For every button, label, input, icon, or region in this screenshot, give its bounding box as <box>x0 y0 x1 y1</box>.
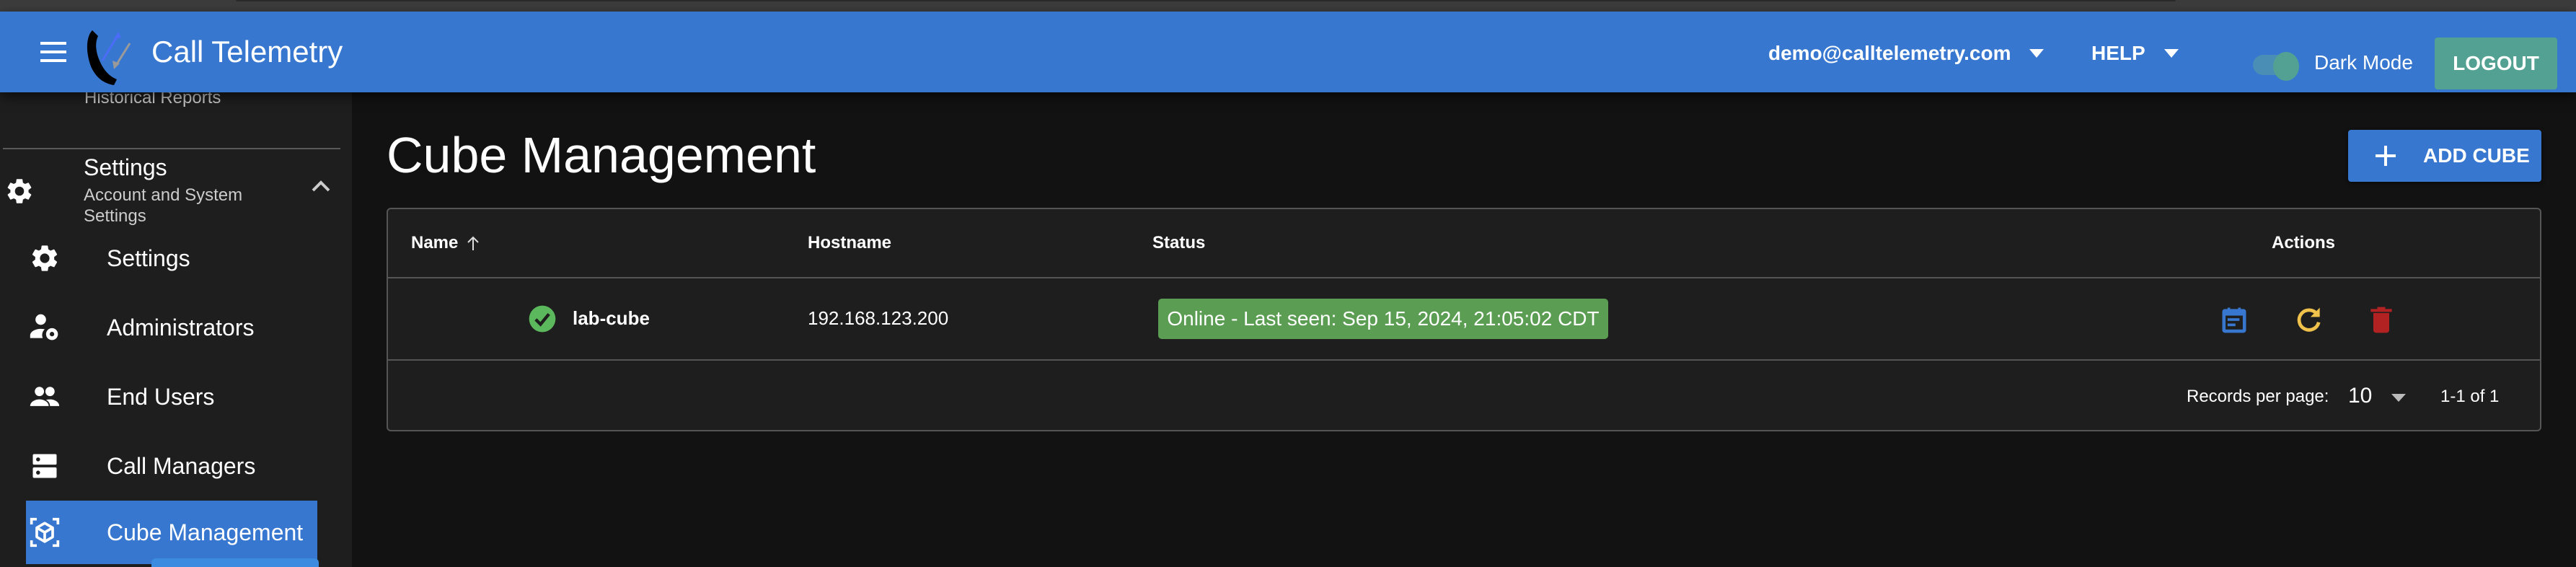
check-circle-icon <box>529 305 556 333</box>
active-indicator <box>151 558 319 567</box>
cube-scan-icon <box>30 517 60 548</box>
browser-tab-strip <box>236 0 2176 1</box>
cube-name[interactable]: lab-cube <box>573 306 650 330</box>
sidebar-item-label: Cube Management <box>107 519 304 545</box>
sidebar-group-subtitle: Account and System Settings <box>84 185 243 226</box>
people-icon <box>30 387 60 406</box>
server-icon <box>32 454 57 478</box>
cube-hostname: 192.168.123.200 <box>808 307 949 329</box>
user-email: demo@calltelemetry.com <box>1768 42 2011 64</box>
help-menu-button[interactable]: HELP <box>2091 40 2179 66</box>
hamburger-icon <box>40 42 66 45</box>
menu-toggle-button[interactable] <box>40 42 68 63</box>
user-menu-button[interactable]: demo@calltelemetry.com <box>1768 40 2045 66</box>
admin-user-gear-icon <box>30 314 58 340</box>
sidebar-item-settings[interactable]: Settings <box>26 227 317 290</box>
records-per-page-value: 10 <box>2348 384 2373 408</box>
sidebar: Historical Reports Settings Account and … <box>0 92 352 567</box>
add-cube-label: ADD CUBE <box>2423 144 2530 167</box>
logout-button[interactable]: LOGOUT <box>2435 38 2557 89</box>
gear-icon <box>7 179 32 203</box>
column-label: Name <box>411 233 459 252</box>
sidebar-item-label: Settings <box>107 245 190 271</box>
caret-down-icon <box>2391 394 2406 402</box>
gear-icon <box>32 245 58 271</box>
records-per-page-label: Records per page: <box>2187 387 2329 406</box>
hamburger-icon-bar <box>40 50 66 53</box>
delete-icon[interactable] <box>2365 303 2397 336</box>
refresh-icon[interactable] <box>2293 303 2325 336</box>
hamburger-icon-bar <box>40 59 66 62</box>
column-header-name[interactable]: Name <box>411 232 480 254</box>
dark-mode-toggle[interactable] <box>2253 52 2299 81</box>
toggle-thumb <box>2273 52 2299 81</box>
column-header-hostname[interactable]: Hostname <box>808 232 891 254</box>
sidebar-item-historical-reports[interactable]: Historical Reports <box>84 92 221 108</box>
page-title: Cube Management <box>387 127 816 183</box>
sidebar-group-settings[interactable]: Settings Account and System Settings <box>0 150 352 229</box>
table-header: Name Hostname Status Actions <box>388 209 2540 278</box>
pagination-range: 1-1 of 1 <box>2440 387 2500 406</box>
sidebar-item-label: End Users <box>107 383 215 410</box>
column-header-status[interactable]: Status <box>1152 232 1205 254</box>
sidebar-item-end-users[interactable]: End Users <box>26 365 317 428</box>
sidebar-group-title: Settings <box>84 154 167 180</box>
caret-down-icon <box>2029 49 2045 58</box>
sidebar-item-label: Call Managers <box>107 452 256 479</box>
calendar-logs-icon[interactable] <box>2218 303 2250 336</box>
browser-chrome <box>0 0 2576 12</box>
app-title: Call Telemetry <box>151 35 343 69</box>
records-per-page-select[interactable]: 10 <box>2348 381 2420 413</box>
sort-ascending-icon <box>467 236 480 250</box>
dark-mode-label: Dark Mode <box>2314 51 2413 74</box>
caret-down-icon <box>2163 49 2179 58</box>
table-footer: Records per page: 10 1-1 of 1 <box>388 362 2540 431</box>
sidebar-divider <box>3 148 340 149</box>
phone-logo-icon <box>87 30 131 85</box>
add-cube-button[interactable]: ADD CUBE <box>2348 130 2541 182</box>
sidebar-item-label: Administrators <box>107 314 255 340</box>
table-row: lab-cube 192.168.123.200 Online - Last s… <box>388 278 2540 361</box>
app-header: Call Telemetry demo@calltelemetry.com HE… <box>0 12 2576 92</box>
help-label: HELP <box>2091 42 2145 64</box>
plus-icon <box>2376 146 2396 166</box>
chevron-up-icon <box>312 180 330 192</box>
sidebar-item-call-managers[interactable]: Call Managers <box>26 434 317 498</box>
sidebar-item-administrators[interactable]: Administrators <box>26 296 317 359</box>
cubes-table: Name Hostname Status Actions lab-cube 19… <box>387 208 2541 431</box>
status-badge: Online - Last seen: Sep 15, 2024, 21:05:… <box>1158 299 1608 339</box>
sidebar-item-cube-management[interactable]: Cube Management <box>26 501 317 564</box>
column-header-actions: Actions <box>2272 233 2336 252</box>
